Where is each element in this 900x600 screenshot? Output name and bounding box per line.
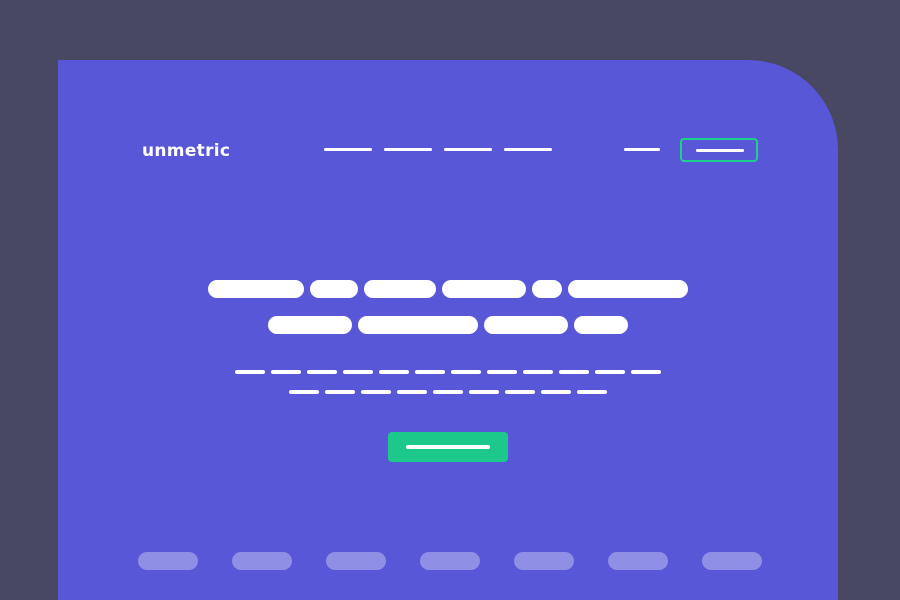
- cta-button-label-placeholder: [406, 445, 490, 449]
- subtitle-word: [451, 370, 481, 374]
- hero-subtitle-line-2: [58, 390, 838, 394]
- hero-title-word: [310, 280, 358, 298]
- subtitle-word: [325, 390, 355, 394]
- subtitle-word: [343, 370, 373, 374]
- subtitle-word: [505, 390, 535, 394]
- nav-link-1[interactable]: [324, 148, 372, 151]
- subtitle-word: [559, 370, 589, 374]
- subtitle-word: [415, 370, 445, 374]
- nav-link-3[interactable]: [444, 148, 492, 151]
- client-logo: [138, 552, 198, 570]
- hero-title-word: [484, 316, 568, 334]
- subtitle-word: [523, 370, 553, 374]
- login-link[interactable]: [624, 148, 660, 151]
- subtitle-word: [235, 370, 265, 374]
- signup-button[interactable]: [680, 138, 758, 162]
- nav-link-2[interactable]: [384, 148, 432, 151]
- hero-title-line-2: [58, 316, 838, 334]
- hero-title-word: [568, 280, 688, 298]
- hero-title-word: [268, 316, 352, 334]
- client-logo-row: [138, 552, 762, 570]
- brand-logo[interactable]: unmetric: [142, 141, 230, 161]
- client-logo: [702, 552, 762, 570]
- cta-button[interactable]: [388, 432, 508, 462]
- client-logo: [420, 552, 480, 570]
- subtitle-word: [577, 390, 607, 394]
- nav-link-4[interactable]: [504, 148, 552, 151]
- signup-button-label-placeholder: [696, 149, 744, 152]
- subtitle-word: [397, 390, 427, 394]
- main-nav: [324, 148, 552, 151]
- hero-title-word: [532, 280, 562, 298]
- hero-title-word: [442, 280, 526, 298]
- subtitle-word: [433, 390, 463, 394]
- subtitle-word: [631, 370, 661, 374]
- hero-title-line-1: [58, 280, 838, 298]
- subtitle-word: [271, 370, 301, 374]
- subtitle-word: [361, 390, 391, 394]
- subtitle-word: [307, 370, 337, 374]
- client-logo: [232, 552, 292, 570]
- landing-page-panel: unmetric: [58, 60, 838, 600]
- subtitle-word: [379, 370, 409, 374]
- subtitle-word: [487, 370, 517, 374]
- client-logo: [326, 552, 386, 570]
- hero-title-word: [358, 316, 478, 334]
- client-logo: [514, 552, 574, 570]
- hero-subtitle-line-1: [58, 370, 838, 374]
- subtitle-word: [289, 390, 319, 394]
- subtitle-word: [469, 390, 499, 394]
- subtitle-word: [541, 390, 571, 394]
- hero-title-word: [364, 280, 436, 298]
- client-logo: [608, 552, 668, 570]
- hero-title-word: [574, 316, 628, 334]
- hero-title-word: [208, 280, 304, 298]
- subtitle-word: [595, 370, 625, 374]
